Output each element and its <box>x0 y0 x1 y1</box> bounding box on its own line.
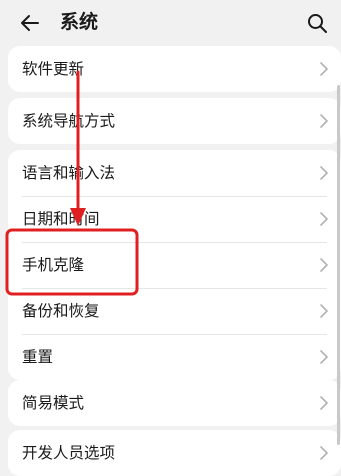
settings-item-label: 日期和时间 <box>22 210 100 228</box>
header-bar: 系统 <box>0 0 341 46</box>
chevron-right-icon <box>320 114 328 128</box>
scrollbar[interactable] <box>337 85 340 445</box>
chevron-right-icon <box>320 62 328 76</box>
chevron-right-icon <box>320 446 328 460</box>
settings-item-simple-mode[interactable]: 简易模式 <box>8 380 341 426</box>
search-icon[interactable] <box>305 11 329 35</box>
back-arrow-icon[interactable] <box>18 11 42 35</box>
settings-item-label: 重置 <box>22 348 54 366</box>
settings-group: 语言和输入法 日期和时间 手机克隆 备份和恢复 重置 <box>8 150 341 380</box>
settings-item-language-input[interactable]: 语言和输入法 <box>8 150 341 196</box>
page-title: 系统 <box>60 11 99 33</box>
settings-item-label: 备份和恢复 <box>22 302 100 320</box>
settings-item-label: 简易模式 <box>22 394 85 412</box>
settings-item-label: 系统导航方式 <box>22 112 116 130</box>
settings-group: 系统导航方式 <box>8 98 341 144</box>
chevron-right-icon <box>320 350 328 364</box>
chevron-right-icon <box>320 304 328 318</box>
settings-item-software-update[interactable]: 软件更新 <box>8 46 341 92</box>
chevron-right-icon <box>320 258 328 272</box>
settings-group: 开发人员选项 <box>8 430 341 476</box>
chevron-right-icon <box>320 396 328 410</box>
settings-item-label: 语言和输入法 <box>22 164 116 182</box>
settings-item-reset[interactable]: 重置 <box>8 334 341 380</box>
settings-item-label: 手机克隆 <box>22 256 85 274</box>
settings-item-label: 软件更新 <box>22 60 85 78</box>
settings-item-phone-clone[interactable]: 手机克隆 <box>8 242 341 288</box>
settings-item-backup-restore[interactable]: 备份和恢复 <box>8 288 341 334</box>
chevron-right-icon <box>320 166 328 180</box>
settings-item-system-navigation[interactable]: 系统导航方式 <box>8 98 341 144</box>
chevron-right-icon <box>320 212 328 226</box>
settings-item-label: 开发人员选项 <box>22 444 116 462</box>
settings-group: 软件更新 <box>8 46 341 92</box>
settings-item-developer-options[interactable]: 开发人员选项 <box>8 430 341 476</box>
settings-item-date-time[interactable]: 日期和时间 <box>8 196 341 242</box>
settings-group: 简易模式 <box>8 380 341 426</box>
